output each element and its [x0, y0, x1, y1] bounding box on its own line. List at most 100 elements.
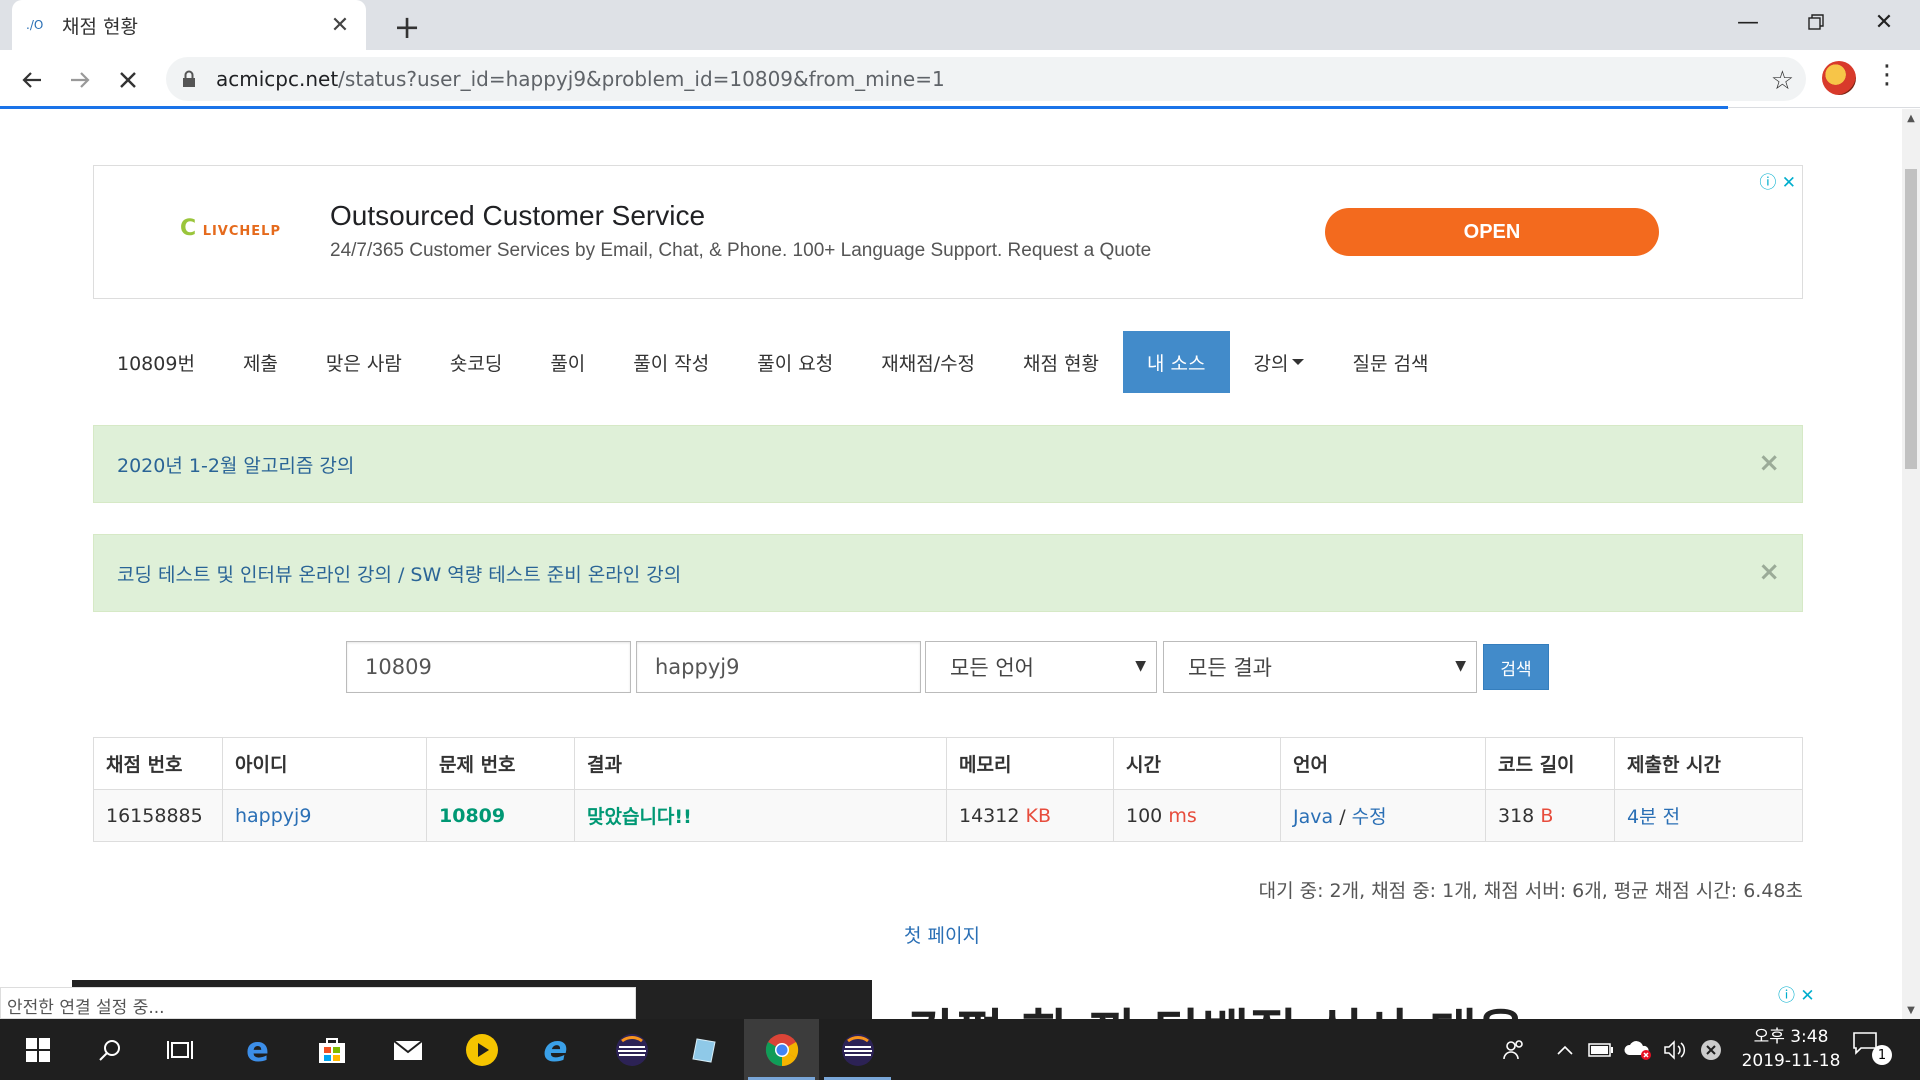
chevron-up-icon[interactable] — [1550, 1019, 1580, 1080]
chrome-icon[interactable] — [744, 1019, 819, 1080]
result-accepted: 맞았습니다!! — [587, 806, 692, 828]
tab-close-icon[interactable]: ✕ — [328, 13, 352, 38]
nav-item-write-solution[interactable]: 풀이 작성 — [609, 331, 733, 393]
search-icon[interactable] — [72, 1019, 147, 1080]
status-table: 채점 번호 아이디 문제 번호 결과 메모리 시간 언어 코드 길이 제출한 시… — [93, 737, 1803, 842]
windows-start-icon[interactable] — [0, 1019, 75, 1080]
mail-icon[interactable] — [370, 1019, 445, 1080]
new-tab-button[interactable]: + — [390, 8, 424, 46]
browser-tab[interactable]: ./O 채점 현황 ✕ — [12, 0, 366, 50]
eclipse-running-icon[interactable] — [820, 1019, 895, 1080]
profile-avatar[interactable] — [1822, 61, 1856, 95]
scroll-thumb[interactable] — [1905, 169, 1917, 469]
clock-date: 2019-11-18 — [1741, 1051, 1841, 1071]
column-header: 시간 — [1113, 737, 1281, 790]
volume-icon[interactable] — [1660, 1019, 1690, 1080]
submission-id: 16158885 — [93, 789, 223, 842]
result-select[interactable]: 모든 결과 ▼ — [1163, 641, 1477, 693]
task-view-icon[interactable] — [142, 1019, 217, 1080]
nav-item-request-solution[interactable]: 풀이 요청 — [733, 331, 857, 393]
eclipse-icon[interactable] — [594, 1019, 669, 1080]
alert-close-icon[interactable]: × — [1758, 557, 1780, 587]
dropdown-arrow-icon: ▼ — [1455, 658, 1466, 674]
edge-browser-icon[interactable]: e — [220, 1019, 295, 1080]
table-row: 16158885 happyj9 10809 맞았습니다!! 14312 KB … — [93, 789, 1803, 842]
language-select[interactable]: 모든 언어 ▼ — [925, 641, 1157, 693]
battery-icon[interactable] — [1586, 1019, 1616, 1080]
ad-choices-icon[interactable]: ⓘ ✕ — [1778, 981, 1815, 1006]
kebab-menu-icon[interactable]: ⋮ — [1874, 60, 1900, 90]
minimize-icon[interactable]: — — [1714, 0, 1782, 44]
dropdown-arrow-icon: ▼ — [1135, 658, 1146, 674]
table-header-row: 채점 번호 아이디 문제 번호 결과 메모리 시간 언어 코드 길이 제출한 시… — [93, 737, 1803, 790]
nav-item-solved-users[interactable]: 맞은 사람 — [302, 331, 426, 393]
forward-arrow-icon[interactable] — [60, 60, 100, 100]
onedrive-error-icon[interactable] — [1622, 1019, 1656, 1080]
nav-item-lectures[interactable]: 강의 — [1230, 331, 1329, 393]
network-disconnected-icon[interactable] — [1696, 1019, 1726, 1080]
language-cell: Java / 수정 — [1280, 789, 1486, 842]
first-page-link[interactable]: 첫 페이지 — [904, 921, 980, 948]
nav-item-rejudge[interactable]: 재채점/수정 — [857, 331, 999, 393]
notification-count-badge: 1 — [1872, 1045, 1892, 1065]
column-header: 메모리 — [946, 737, 1114, 790]
separator: / — [1339, 806, 1346, 828]
problem-nav: 10809번 제출 맞은 사람 숏코딩 풀이 풀이 작성 풀이 요청 재채점/수… — [93, 331, 1452, 393]
submitted-time-link[interactable]: 4분 전 — [1627, 806, 1680, 828]
url-text: acmicpc.net/status?user_id=happyj9&probl… — [216, 67, 945, 91]
stop-loading-icon[interactable] — [108, 60, 148, 100]
code-length-value: 318 — [1498, 804, 1535, 827]
memory-value: 14312 — [959, 804, 1020, 827]
restore-icon[interactable] — [1782, 0, 1850, 44]
column-header: 문제 번호 — [426, 737, 575, 790]
nav-item-my-source[interactable]: 내 소스 — [1123, 331, 1230, 393]
page-scrollbar[interactable]: ▲ ▼ — [1902, 109, 1920, 1019]
window-close-icon[interactable]: ✕ — [1850, 0, 1918, 44]
notepad-icon[interactable] — [668, 1019, 743, 1080]
problem-id-input[interactable]: 10809 — [346, 641, 631, 693]
alert-link[interactable]: 코딩 테스트 및 인터뷰 온라인 강의 / SW 역량 테스트 준비 온라인 강… — [117, 560, 681, 587]
alert-link[interactable]: 2020년 1-2월 알고리즘 강의 — [117, 451, 354, 478]
ad-bottom-banner[interactable]: 간편 한 끼 단백질 식사 대용 — [872, 980, 1822, 1019]
ad-open-button[interactable]: OPEN — [1325, 208, 1659, 256]
scroll-up-icon[interactable]: ▲ — [1902, 109, 1920, 127]
bookmark-star-icon[interactable]: ☆ — [1771, 66, 1794, 96]
nav-item-status[interactable]: 채점 현황 — [999, 331, 1123, 393]
time-value: 100 — [1126, 804, 1163, 827]
address-bar[interactable]: acmicpc.net/status?user_id=happyj9&probl… — [166, 57, 1806, 101]
clock-time: 오후 3:48 — [1753, 1027, 1829, 1047]
column-header: 결과 — [574, 737, 947, 790]
lock-icon[interactable] — [182, 69, 202, 89]
memory-cell: 14312 KB — [946, 789, 1114, 842]
ad-description: 24/7/365 Customer Services by Email, Cha… — [330, 240, 1152, 261]
ad-headline[interactable]: Outsourced Customer Service — [330, 200, 705, 232]
people-icon[interactable] — [1496, 1019, 1532, 1080]
scroll-down-icon[interactable]: ▼ — [1902, 1001, 1920, 1019]
nav-item-submit[interactable]: 제출 — [219, 331, 302, 393]
edit-link[interactable]: 수정 — [1352, 806, 1387, 828]
nav-item-problem[interactable]: 10809번 — [93, 331, 219, 393]
language-link[interactable]: Java — [1293, 806, 1333, 828]
alert-close-icon[interactable]: × — [1758, 448, 1780, 478]
user-link[interactable]: happyj9 — [235, 805, 311, 827]
notification-center-icon[interactable]: 1 — [1852, 1031, 1892, 1067]
store-icon[interactable] — [294, 1019, 369, 1080]
tab-title: 채점 현황 — [62, 15, 138, 38]
browser-toolbar: acmicpc.net/status?user_id=happyj9&probl… — [0, 50, 1920, 108]
column-header: 채점 번호 — [93, 737, 223, 790]
nav-item-short-coding[interactable]: 숏코딩 — [426, 331, 526, 393]
nav-item-question-search[interactable]: 질문 검색 — [1328, 331, 1452, 393]
ad-choices-icon[interactable]: ⓘ ✕ — [1759, 168, 1796, 193]
time-cell: 100 ms — [1113, 789, 1281, 842]
ad-banner-top[interactable]: C LIVCHELP Outsourced Customer Service 2… — [93, 165, 1803, 299]
user-id-input[interactable]: happyj9 — [636, 641, 921, 693]
search-button[interactable]: 검색 — [1483, 644, 1549, 690]
back-arrow-icon[interactable] — [12, 60, 52, 100]
taskbar-clock[interactable]: 오후 3:48 2019-11-18 — [1728, 1025, 1854, 1073]
queue-info: 대기 중: 2개, 채점 중: 1개, 채점 서버: 6개, 평균 채점 시간:… — [1258, 880, 1803, 902]
memory-unit: KB — [1025, 804, 1052, 827]
media-player-icon[interactable] — [444, 1019, 519, 1080]
problem-link[interactable]: 10809 — [439, 805, 505, 827]
internet-explorer-icon[interactable]: e — [518, 1019, 593, 1080]
nav-item-solutions[interactable]: 풀이 — [526, 331, 609, 393]
